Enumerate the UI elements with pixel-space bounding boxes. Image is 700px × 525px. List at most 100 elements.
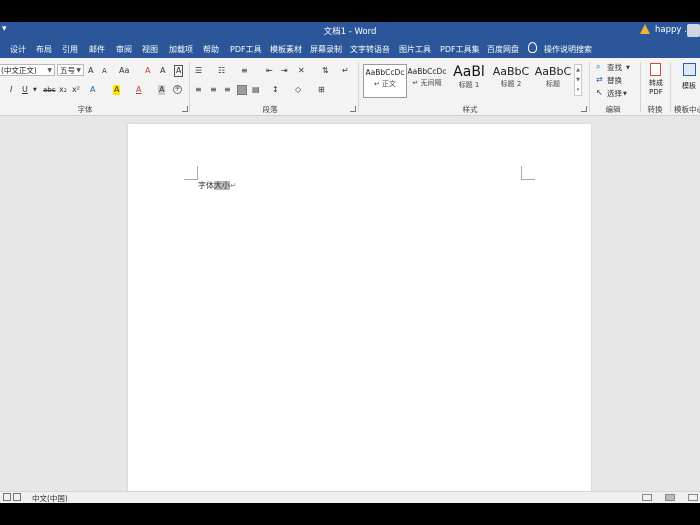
text-effects-icon[interactable]: A: [90, 85, 95, 95]
status-bar: 中文(中国): [0, 491, 700, 503]
bullets-icon[interactable]: ☰: [195, 66, 202, 76]
styles-dialog-launcher-icon[interactable]: [581, 106, 587, 112]
style-name: 标题 1: [458, 81, 480, 89]
font-size-value: 五号: [60, 66, 75, 75]
enclose-char-icon[interactable]: 字: [173, 85, 182, 94]
tab-mailings[interactable]: 邮件: [89, 44, 105, 55]
decrease-indent-icon[interactable]: ⇤: [266, 66, 273, 76]
style-title[interactable]: AaBbC 标题: [532, 64, 574, 96]
avatar[interactable]: [687, 24, 700, 37]
align-left-icon[interactable]: ≡: [195, 85, 202, 95]
shading-icon[interactable]: ◇: [295, 85, 301, 95]
font-size-combo[interactable]: 五号 ▼: [57, 64, 84, 76]
chevron-down-icon[interactable]: ▼: [33, 85, 37, 95]
document-text[interactable]: 字体大小↵: [198, 180, 237, 191]
font-color-icon[interactable]: A: [136, 85, 141, 95]
tab-addins[interactable]: 加载项: [169, 44, 193, 55]
justify-icon[interactable]: [237, 85, 247, 95]
chevron-down-icon[interactable]: ▼: [623, 89, 627, 99]
convert-pdf-button[interactable]: 转成PDF: [647, 79, 665, 97]
show-marks-icon[interactable]: ↵: [342, 66, 349, 76]
chinese-layout-icon[interactable]: ✕: [298, 66, 305, 76]
style-sample: AaBbCcDc: [407, 67, 447, 76]
char-border-icon[interactable]: A: [174, 65, 184, 77]
tab-template-material[interactable]: 模板素材: [270, 44, 302, 55]
template-group-label: 模板中心: [674, 105, 700, 114]
line-spacing-icon[interactable]: ↕: [272, 85, 279, 95]
font-dialog-launcher-icon[interactable]: [182, 106, 188, 112]
tab-pdf-toolset[interactable]: PDF工具集: [440, 44, 480, 55]
distributed-icon[interactable]: ▤: [252, 85, 260, 95]
style-name: 标题: [546, 80, 560, 88]
subscript-button[interactable]: x₂: [59, 85, 67, 95]
tab-help[interactable]: 帮助: [203, 44, 219, 55]
print-layout-view-button[interactable]: [665, 494, 675, 501]
replace-button[interactable]: 替换: [607, 76, 622, 86]
style-sample: AaBbCcDc: [365, 68, 405, 77]
tab-references[interactable]: 引用: [62, 44, 78, 55]
user-name[interactable]: happy .: [655, 25, 687, 35]
numbering-icon[interactable]: ☷: [218, 66, 225, 76]
style-heading-2[interactable]: AaBbC 标题 2: [490, 64, 532, 96]
strikethrough-button[interactable]: abc: [43, 85, 56, 95]
char-shading-icon[interactable]: A: [158, 85, 166, 95]
style-heading-1[interactable]: AaBl 标题 1: [448, 64, 490, 96]
phonetic-guide-icon[interactable]: A: [160, 66, 165, 76]
style-sample: AaBbC: [492, 65, 530, 78]
font-name-combo[interactable]: (中文正文) ▼: [0, 64, 55, 76]
tab-design[interactable]: 设计: [10, 44, 26, 55]
title-bar: ▾ 文档1 - Word happy .: [0, 22, 700, 39]
style-no-spacing[interactable]: AaBbCcDc ↵ 无间隔: [406, 64, 448, 96]
style-name: ↵ 无间隔: [412, 79, 442, 87]
read-mode-view-button[interactable]: [642, 494, 652, 501]
document-text-selected: 大小: [214, 181, 230, 190]
template-icon[interactable]: [683, 63, 696, 76]
italic-button[interactable]: I: [10, 85, 12, 95]
template-button[interactable]: 模板: [682, 81, 696, 91]
tab-text-to-speech[interactable]: 文字转语音: [350, 44, 390, 55]
tab-view[interactable]: 视图: [142, 44, 158, 55]
chevron-down-icon: ▼: [47, 67, 52, 74]
warning-icon[interactable]: [640, 24, 650, 34]
underline-button[interactable]: U: [22, 85, 28, 95]
select-button[interactable]: 选择: [607, 89, 622, 99]
document-text-plain: 字体: [198, 181, 214, 190]
multilevel-list-icon[interactable]: ≡: [241, 66, 248, 76]
tab-screen-record[interactable]: 屏幕录制: [310, 44, 342, 55]
styles-gallery-scroll[interactable]: ▲ ▼ ▾: [574, 64, 582, 96]
web-layout-view-button[interactable]: [688, 494, 698, 501]
tab-baidu-netdisk[interactable]: 百度网盘: [487, 44, 519, 55]
screen-border: [0, 503, 700, 525]
group-divider: [189, 62, 190, 112]
grow-font-icon[interactable]: A: [88, 66, 93, 76]
paragraph-dialog-launcher-icon[interactable]: [350, 106, 356, 112]
pdf-file-icon[interactable]: [650, 63, 661, 76]
borders-icon[interactable]: ⊞: [318, 85, 325, 95]
style-sample: AaBbC: [534, 65, 572, 78]
find-button[interactable]: 查找: [607, 63, 622, 73]
tab-pdf-tools[interactable]: PDF工具: [230, 44, 262, 55]
align-center-icon[interactable]: ≡: [210, 85, 217, 95]
sort-icon[interactable]: ⇅: [322, 66, 329, 76]
chevron-down-icon[interactable]: ▼: [626, 63, 630, 73]
convert-group-label: 转换: [647, 105, 663, 114]
group-divider: [589, 62, 590, 112]
search-icon: ⌕: [596, 62, 601, 71]
tab-layout[interactable]: 布局: [36, 44, 52, 55]
tab-picture-tools[interactable]: 图片工具: [399, 44, 431, 55]
page-info-icon[interactable]: [3, 493, 11, 501]
chevron-down-icon: ▼: [76, 67, 81, 74]
tell-me-search[interactable]: 操作说明搜索: [544, 44, 592, 55]
align-right-icon[interactable]: ≡: [224, 85, 231, 95]
change-case-icon[interactable]: Aa: [119, 66, 129, 76]
tab-review[interactable]: 审阅: [116, 44, 132, 55]
highlight-color-icon[interactable]: A: [113, 85, 121, 95]
clear-format-icon[interactable]: A: [145, 66, 150, 76]
proofing-icon[interactable]: [13, 493, 21, 501]
shrink-font-icon[interactable]: A: [102, 66, 107, 76]
style-normal[interactable]: AaBbCcDc ↵ 正文: [363, 64, 407, 98]
superscript-button[interactable]: x²: [72, 85, 80, 95]
styles-group-label: 样式: [462, 105, 478, 114]
increase-indent-icon[interactable]: ⇥: [281, 66, 288, 76]
crop-mark: [184, 166, 198, 180]
